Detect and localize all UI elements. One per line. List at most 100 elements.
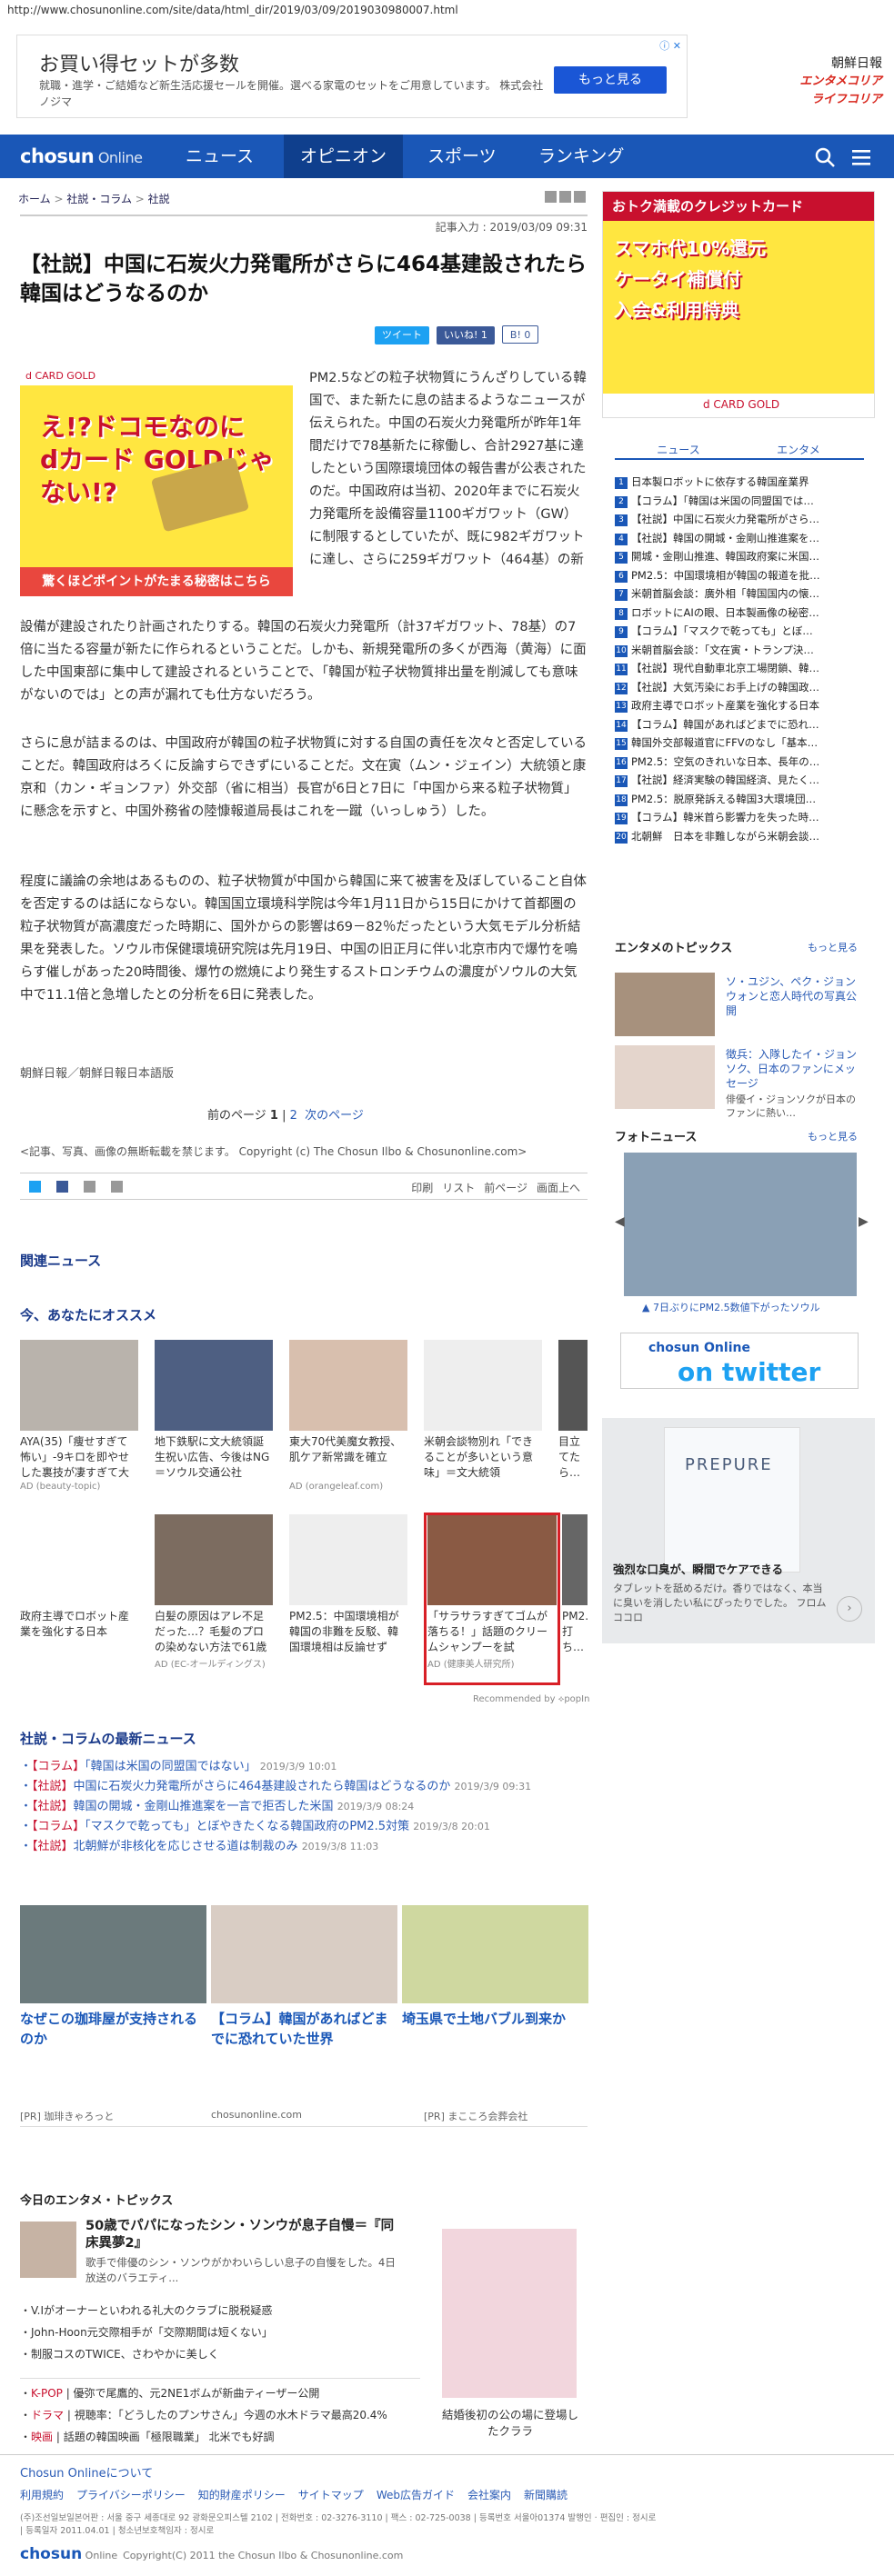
menu-icon[interactable] (850, 146, 872, 168)
pr-center[interactable]: chosunonline.com (211, 2109, 302, 2121)
latest-item[interactable]: ・【コラム】「韓国は米国の同盟国ではない」 2019/3/9 10:01 (20, 1757, 588, 1777)
nav-item-opinion[interactable]: オピニオン (284, 135, 404, 178)
ent-photo[interactable] (442, 2229, 577, 2398)
footer-link-sitemap[interactable]: サイトマップ (298, 2489, 364, 2501)
pager-next[interactable]: 次のページ (305, 1109, 364, 1123)
footer-link-privacy[interactable]: プライバシーポリシー (76, 2489, 186, 2501)
brand-chosun-ilbo[interactable]: 朝鮮日報 (746, 55, 882, 73)
top-banner-ad[interactable]: お買い得セットが多数 就職・進学・ご結婚など新生活応援セールを開催。選べる家電の… (16, 35, 688, 118)
ranking-item[interactable]: 2 【コラム】「韓国は米国の同盟国では… (615, 492, 864, 511)
article-ad[interactable]: d CARD GOLD え!?ドコモなのに dカード GOLDじゃない!? 驚くほ… (20, 367, 293, 596)
twitter-icon[interactable] (29, 1181, 41, 1193)
ranking-item[interactable]: 1 日本製ロボットに依存する韓国産業界 (615, 473, 864, 492)
reco-card[interactable]: 政府主導でロボット産業を強化する日本 (20, 1514, 138, 1656)
chevron-right-icon[interactable]: › (837, 1596, 862, 1622)
photo-story[interactable]: 埼玉県で土地バブル到来か (402, 1905, 588, 2029)
sidebar-card-ad[interactable]: おトク満載のクレジットカード スマホ代10%還元 ケータイ補償付 入会&利用特典… (602, 191, 875, 418)
ranking-item[interactable]: 18 PM2.5：脱原発訴える韓国3大環境団… (615, 790, 864, 809)
ranking-item[interactable]: 8 ロボットにAIの眼、日本製画像の秘密… (615, 604, 864, 623)
ranking-item[interactable]: 3 【社説】中国に石炭火力発電所がさら… (615, 510, 864, 529)
breadcrumb-subcategory[interactable]: 社説 (148, 193, 170, 205)
about-link[interactable]: Chosun Onlineについて (20, 2463, 153, 2481)
reco-card[interactable]: 白髪の原因はアレ不足だった…？毛髪のプロの染めない方法で61歳 AD (EC-オー… (155, 1514, 273, 1670)
pager-page-1[interactable]: 1 (270, 1109, 278, 1123)
ad-more-button[interactable]: もっと見る (554, 66, 667, 94)
footer-link-terms[interactable]: 利用規約 (20, 2489, 64, 2501)
adchoices-icon[interactable]: ⓘ ✕ (659, 38, 681, 53)
nav-item-sports[interactable]: スポーツ (411, 135, 513, 178)
latest-item[interactable]: ・【社説】韓国の開城・金剛山推進案を一言で拒否した米国 2019/3/9 08:… (20, 1797, 588, 1817)
prev-page-link[interactable]: 前ページ (484, 1182, 527, 1194)
hatena-bookmark-button[interactable]: B! 0 (501, 325, 539, 344)
breadcrumb-category[interactable]: 社説・コラム (66, 193, 132, 205)
reco-card[interactable]: 地下鉄駅に文大統領誕生祝い広告、今後はNG＝ソウル交通公社 (155, 1340, 273, 1482)
search-icon[interactable] (814, 146, 836, 168)
ent-category-item[interactable]: ・映画 | 話題の韓国映画「極限職業」 北米でも好調 (20, 2426, 420, 2448)
ranking-item[interactable]: 20 北朝鮮 日本を非難しながら米朝会談… (615, 827, 864, 846)
footer-link-adguide[interactable]: Web広告ガイド (377, 2489, 455, 2501)
ent-photo-caption[interactable]: 結婚後初の公の場に登場したクララ (442, 2407, 578, 2440)
ranking-item[interactable]: 4 【社説】韓国の開城・金剛山推進案を… (615, 529, 864, 548)
reco-card[interactable]: AYA(35)「痩せすぎて怖い」-9キロを即やせした裏技が凄すぎて大 AD (be… (20, 1340, 138, 1492)
latest-item[interactable]: ・【社説】中国に石炭火力発電所がさらに464基建設されたら韓国はどうなるのか 2… (20, 1777, 588, 1797)
ent-headline-block[interactable]: 50歳でパパになったシン・ソンウが息子自慢＝『同床異夢2』 歌手で俳優のシン・ソ… (85, 2218, 402, 2286)
ranking-item[interactable]: 6 PM2.5：中国環境相が韓国の報道を批… (615, 566, 864, 585)
reco-card[interactable]: 米朝会談物別れ「できることが多いという意味」＝文大統領 (424, 1340, 542, 1482)
page-top-link[interactable]: 画面上へ (537, 1182, 580, 1194)
photo-more-link[interactable]: もっと見る (808, 1129, 858, 1143)
next-arrow-icon[interactable]: ▶ (859, 1214, 869, 1229)
ent-more-link[interactable]: もっと見る (808, 940, 858, 954)
ranking-item[interactable]: 9 【コラム】「マスクで乾っても」とぼ… (615, 622, 864, 641)
prev-arrow-icon[interactable]: ◀ (615, 1214, 625, 1229)
ent-thumbnail[interactable] (20, 2222, 76, 2278)
nav-item-ranking[interactable]: ランキング (522, 135, 640, 178)
ent-category-item[interactable]: ・ドラマ | 視聴率：「どうしたのプンサさん」今週の水木ドラマ最高20.4% (20, 2404, 420, 2426)
photo-news-image[interactable] (624, 1153, 857, 1296)
ranking-item[interactable]: 17 【社説】経済実験の韓国経済、見たく… (615, 771, 864, 790)
ranking-item[interactable]: 13 政府主導でロボット産業を強化する日本 (615, 696, 864, 715)
share-icon[interactable] (111, 1181, 123, 1193)
tab-news[interactable]: ニュース (622, 442, 735, 457)
footer-link-ip[interactable]: 知的財産ポリシー (198, 2489, 286, 2501)
latest-item[interactable]: ・【社説】北朝鮮が非核化を応じさせる道は制裁のみ 2019/3/8 11:03 (20, 1837, 588, 1857)
font-small-icon[interactable] (545, 191, 557, 203)
reco-card[interactable]: PM2.5：中国環境相が韓国の非難を反駁、韓国環境相は反論せず (289, 1514, 407, 1656)
footer-link-subscribe[interactable]: 新聞購読 (524, 2489, 568, 2501)
print-icon[interactable] (574, 191, 586, 203)
ent-list-item[interactable]: ・V.Iがオーナーといわれる礼大のクラブに脱税疑惑 (20, 2300, 420, 2321)
photo-news-caption[interactable]: ▲ 7日ぶりにPM2.5数値下がったソウル (642, 1300, 820, 1314)
photo-story[interactable]: 【コラム】韓国があればどまでに恐れていた世界 (211, 1905, 397, 2049)
reco-card[interactable]: 東大70代美魔女教授、肌ケア新常識を確立 AD (orangeleaf.com) (289, 1340, 407, 1492)
font-large-icon[interactable] (559, 191, 571, 203)
ent-list-item[interactable]: ・John-Hoon元交際相手が「交際期間は短くない」 (20, 2321, 420, 2343)
tweet-button[interactable]: ツイート (375, 326, 429, 344)
ranking-item[interactable]: 14 【コラム】韓国があればどまでに恐れ… (615, 715, 864, 734)
pager-page-2[interactable]: 2 (290, 1109, 297, 1123)
ranking-item[interactable]: 10 米朝首脳会談：「文在寅・トランプ決… (615, 641, 864, 660)
latest-item[interactable]: ・【コラム】「マスクで乾っても」とぼやきたくなる韓国政府のPM2.5対策 201… (20, 1817, 588, 1837)
pager-prev[interactable]: 前のページ (207, 1109, 266, 1123)
breadcrumb-home[interactable]: ホーム (18, 193, 51, 205)
brand-entame-korea[interactable]: エンタメコリア (746, 73, 882, 91)
popin-credit[interactable]: Recommended by ⟡popIn (473, 1694, 589, 1704)
bookmark-icon[interactable] (84, 1181, 95, 1193)
reco-card[interactable]: PM2.5打ち… (562, 1514, 588, 1656)
site-logo[interactable]: chosun Online (20, 145, 143, 167)
ranking-item[interactable]: 12 【社説】大気汚染にお手上げの韓国政… (615, 678, 864, 697)
reco-card[interactable]: 目立てたら… (558, 1340, 588, 1482)
brand-life-korea[interactable]: ライフコリア (746, 91, 882, 109)
footer-link-company[interactable]: 会社案内 (467, 2489, 511, 2501)
pr-right[interactable]: [PR] まこころ会葬会社 (424, 2109, 527, 2123)
ranking-item[interactable]: 7 米朝首脳会談：廣外相「韓国国内の懐… (615, 584, 864, 604)
ranking-item[interactable]: 11 【社説】現代自動車北京工場閉鎖、韓… (615, 659, 864, 678)
ranking-item[interactable]: 5 開城・金剛山推進、韓国政府案に米国… (615, 547, 864, 566)
facebook-icon[interactable] (56, 1181, 68, 1193)
ad-cta[interactable]: 驚くほどポイントがたまる秘密はこちら (20, 567, 293, 596)
print-link[interactable]: 印刷 (411, 1182, 433, 1194)
nav-item-news[interactable]: ニュース (169, 135, 270, 178)
ranking-item[interactable]: 15 韓国外交部報道官にFFVのなし「基本… (615, 734, 864, 753)
twitter-banner[interactable]: chosun Online on twitter (620, 1333, 859, 1389)
ranking-item[interactable]: 16 PM2.5：空気のきれいな日本、長年の… (615, 753, 864, 772)
facebook-like-button[interactable]: いいね! 1 (437, 326, 495, 344)
photo-story[interactable]: なぜこの珈琲屋が支持されるのか (20, 1905, 206, 2049)
